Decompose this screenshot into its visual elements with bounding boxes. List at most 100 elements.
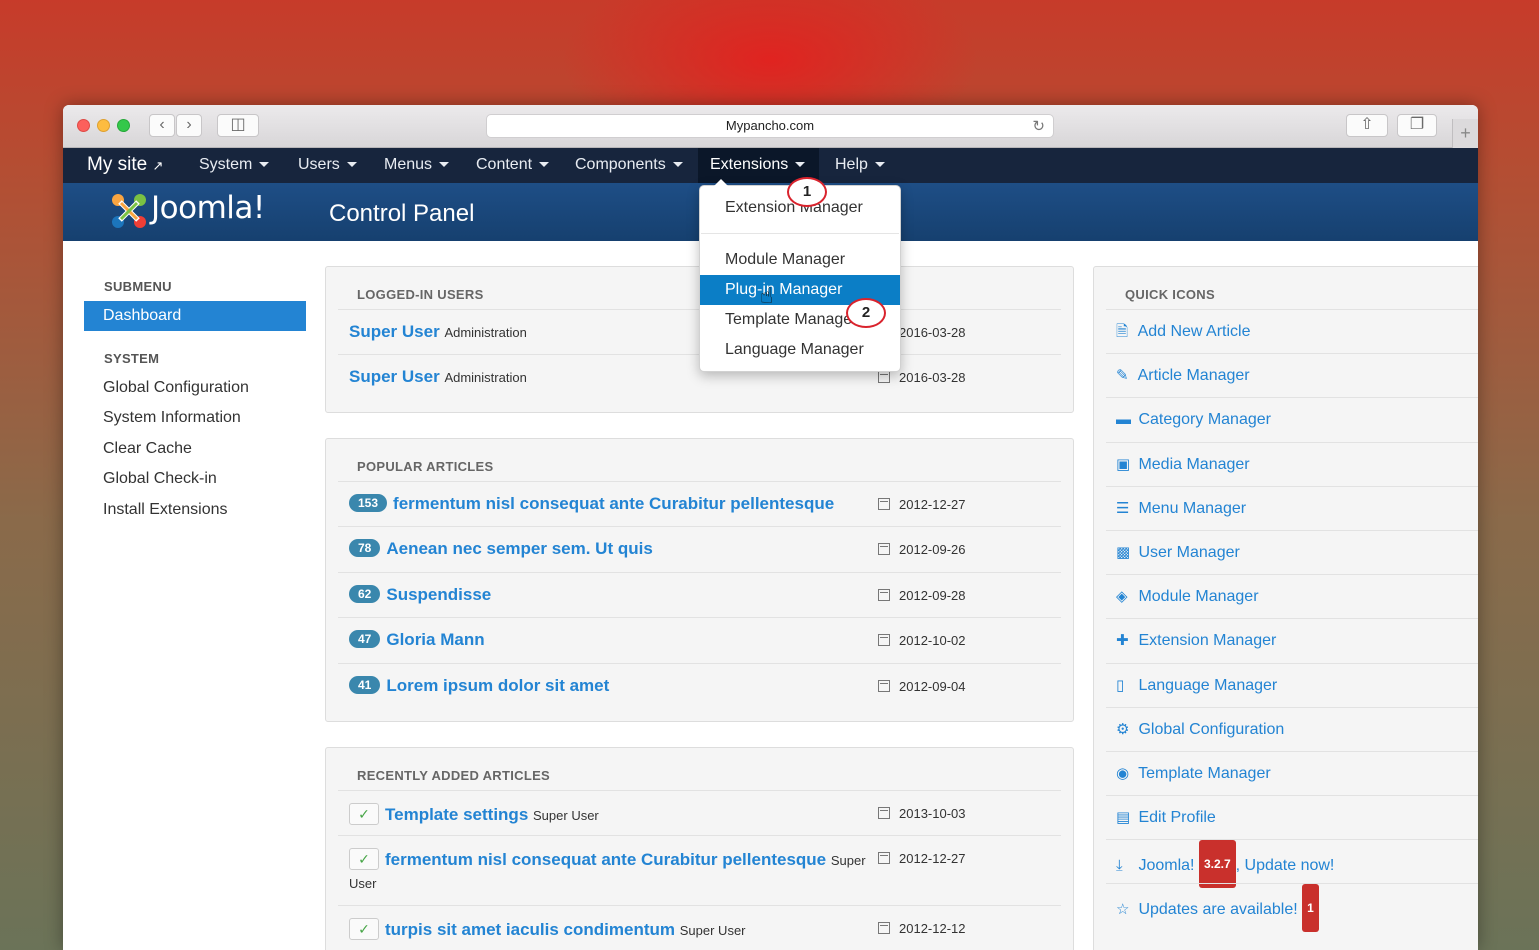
user-link[interactable]: Super User Administration <box>349 367 527 387</box>
comments-icon: ▯ <box>1116 676 1125 694</box>
step-callout-1: 1 <box>787 177 827 207</box>
quick-icon-language-manager[interactable]: ▯ Language Manager <box>1106 662 1478 707</box>
quick-icon-template-manager[interactable]: ◉ Template Manager <box>1106 750 1478 795</box>
quick-icon-label: Menu Manager <box>1138 499 1247 517</box>
article-title: Lorem ipsum dolor sit amet <box>386 675 610 695</box>
version-badge: 3.2.7 <box>1198 840 1236 889</box>
quick-icon-user-manager[interactable]: ▩ User Manager <box>1106 529 1478 574</box>
hits-badge: 62 <box>349 584 381 603</box>
sidebar: SUBMENU Dashboard SYSTEM Global Configur… <box>84 279 306 525</box>
user-link[interactable]: Super User Administration <box>349 322 527 342</box>
article-link[interactable]: ✓ Template settings Super User <box>349 803 599 825</box>
row-date: 2016-03-28 <box>878 370 966 385</box>
caret-down-icon <box>346 162 357 168</box>
quick-icon-media-manager[interactable]: ▣ Media Manager <box>1106 441 1478 486</box>
row-date: 2012-09-28 <box>878 588 966 603</box>
nav-users[interactable]: Users <box>298 148 357 183</box>
table-row: ✓ Template settings Super User 2013-10-03 <box>338 790 1061 835</box>
article-link[interactable]: ✓ turpis sit amet iaculis condimentum Sup… <box>349 918 746 941</box>
hits-badge: 153 <box>349 494 388 512</box>
article-author: Super User <box>679 923 746 939</box>
new-article-icon: 🗎 <box>1116 323 1129 340</box>
sidebar-item-global-check-in[interactable]: Global Check-in <box>84 464 306 494</box>
nav-system[interactable]: System <box>199 148 270 183</box>
caret-down-icon <box>539 162 550 168</box>
nav-label: Content <box>476 156 533 173</box>
sidebar-toggle-icon[interactable]: ◫ <box>217 114 259 137</box>
sidebar-item-global-configuration[interactable]: Global Configuration <box>84 373 306 403</box>
brand-label: My site <box>87 154 148 175</box>
tabs-overview-icon[interactable]: ❐ <box>1397 114 1437 137</box>
nav-components[interactable]: Components <box>575 148 683 183</box>
published-check-icon[interactable]: ✓ <box>349 918 379 941</box>
published-check-icon[interactable]: ✓ <box>349 848 379 871</box>
calendar-icon <box>878 807 890 819</box>
puzzle-icon: ✚ <box>1116 632 1129 650</box>
article-title: Aenean nec semper sem. Ut quis <box>386 539 653 559</box>
article-title: fermentum nisl consequat ante Curabitur … <box>385 850 827 870</box>
maximize-window-button[interactable] <box>117 119 130 132</box>
table-row: 47 Gloria Mann 2012-10-02 <box>338 617 1061 662</box>
quick-icon-label: Article Manager <box>1137 367 1250 385</box>
address-bar[interactable]: Mypancho.com ↻ <box>486 114 1054 138</box>
user-client: Administration <box>444 370 527 386</box>
row-date: 2012-10-02 <box>878 633 966 648</box>
sidebar-item-install-extensions[interactable]: Install Extensions <box>84 495 306 525</box>
sidebar-item-clear-cache[interactable]: Clear Cache <box>84 434 306 464</box>
nav-label: Menus <box>384 156 433 173</box>
article-link[interactable]: 78 Aenean nec semper sem. Ut quis <box>349 539 653 559</box>
row-date: 2012-12-27 <box>878 851 966 866</box>
minimize-window-button[interactable] <box>97 119 110 132</box>
quick-icon-edit-profile[interactable]: ▤ Edit Profile <box>1106 795 1478 839</box>
date-text: 2012-09-28 <box>899 587 966 603</box>
article-link[interactable]: ✓ fermentum nisl consequat ante Curabitur… <box>349 848 866 871</box>
calendar-icon <box>878 679 890 692</box>
table-row: 41 Lorem ipsum dolor sit amet 2012-09-04 <box>338 662 1061 708</box>
article-title: fermentum nisl consequat ante Curabitur … <box>393 494 835 513</box>
calendar-icon <box>878 852 890 865</box>
new-tab-icon[interactable]: + <box>1452 119 1478 148</box>
menu-item-language-manager[interactable]: Language Manager <box>700 335 900 365</box>
image-icon: ▣ <box>1116 455 1131 473</box>
article-title: turpis sit amet iaculis condimentum <box>385 920 676 940</box>
article-link[interactable]: 41 Lorem ipsum dolor sit amet <box>349 675 610 696</box>
nav-brand[interactable]: My site ↗ <box>87 148 163 183</box>
article-title: Suspendisse <box>386 584 492 604</box>
date-text: 2012-10-02 <box>899 633 966 649</box>
nav-content[interactable]: Content <box>476 148 550 183</box>
calendar-icon <box>878 634 890 647</box>
extensions-dropdown-menu: Extension Manager Module Manager Plug-in… <box>699 179 901 372</box>
nav-help[interactable]: Help <box>835 148 885 183</box>
nav-menus[interactable]: Menus <box>384 148 450 183</box>
popular-articles-panel: POPULAR ARTICLES 153 fermentum nisl conse… <box>325 438 1074 722</box>
quick-icon-category-manager[interactable]: ▬ Category Manager <box>1106 397 1478 441</box>
quick-icon-module-manager[interactable]: ◈ Module Manager <box>1106 574 1478 618</box>
article-title: Template settings <box>385 805 529 824</box>
hits-badge: 41 <box>349 675 381 694</box>
menu-item-module-manager[interactable]: Module Manager <box>700 245 900 275</box>
sidebar-item-dashboard[interactable]: Dashboard <box>84 301 306 331</box>
quick-icon-label: Language Manager <box>1138 676 1278 694</box>
article-link[interactable]: 153 fermentum nisl consequat ante Curabit… <box>349 494 834 514</box>
back-icon[interactable]: ‹ <box>149 114 175 137</box>
quick-icon-add-new-article[interactable]: 🗎 Add New Article <box>1106 309 1478 353</box>
share-icon[interactable]: ⇧ <box>1346 114 1388 137</box>
sidebar-item-system-information[interactable]: System Information <box>84 403 306 433</box>
date-text: 2012-12-27 <box>899 851 966 867</box>
date-text: 2016-03-28 <box>899 325 966 340</box>
quick-icon-joomla-update[interactable]: ⤓ Joomla! 3.2.7, Update now! <box>1106 839 1478 889</box>
quick-icon-article-manager[interactable]: ✎ Article Manager <box>1106 353 1478 397</box>
article-title: Gloria Mann <box>386 630 485 650</box>
caret-down-icon <box>795 162 806 168</box>
quick-icon-global-configuration[interactable]: ⚙ Global Configuration <box>1106 706 1478 751</box>
nav-label: System <box>199 156 253 173</box>
close-window-button[interactable] <box>77 119 90 132</box>
article-link[interactable]: 47 Gloria Mann <box>349 630 485 650</box>
published-check-icon[interactable]: ✓ <box>349 803 379 825</box>
forward-icon[interactable]: › <box>176 114 202 137</box>
quick-icon-updates-available[interactable]: ☆ Updates are available! 1 <box>1106 883 1478 933</box>
quick-icon-menu-manager[interactable]: ☰ Menu Manager <box>1106 485 1478 530</box>
reload-icon[interactable]: ↻ <box>1032 116 1045 138</box>
quick-icon-extension-manager[interactable]: ✚ Extension Manager <box>1106 618 1478 662</box>
article-link[interactable]: 62 Suspendisse <box>349 584 492 605</box>
